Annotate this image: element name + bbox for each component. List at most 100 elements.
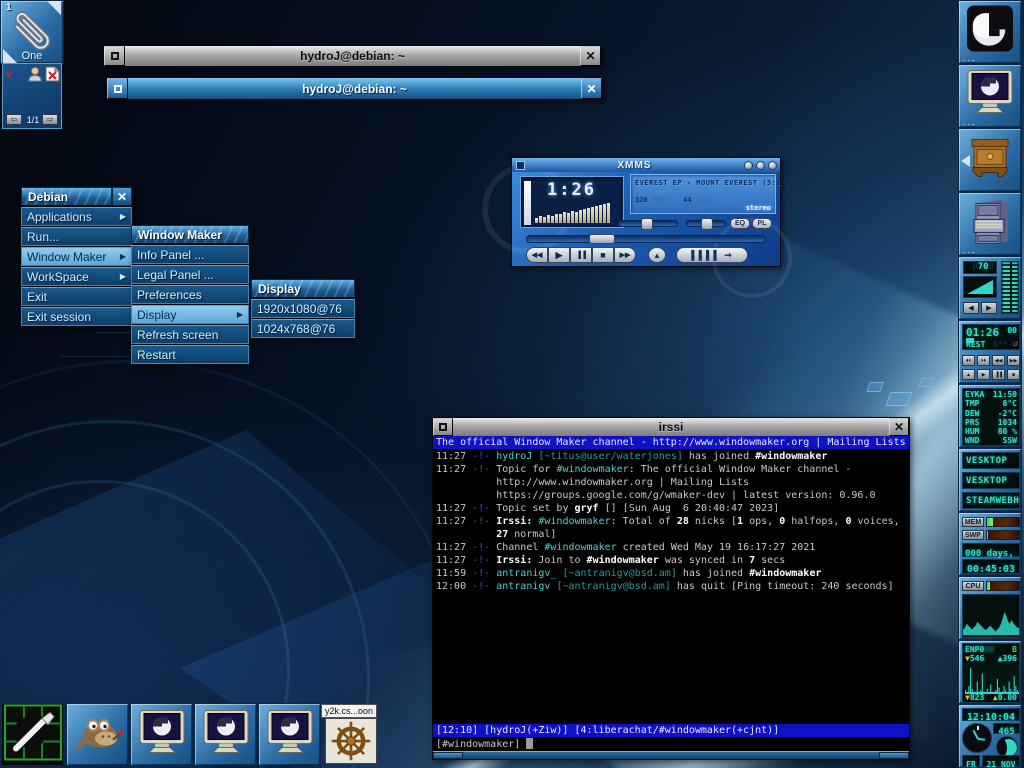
terminal-window-1-shaded[interactable]: hydroJ@debian: ~ ✕	[103, 45, 602, 67]
menu-item-info-panel[interactable]: Info Panel ...	[131, 245, 249, 264]
xmms-pl-button[interactable]: PL	[752, 218, 772, 229]
dock-tile-drawer[interactable]	[958, 128, 1022, 192]
menu-title[interactable]: Debian	[21, 187, 112, 206]
xmms-shade-button[interactable]	[756, 161, 765, 170]
irssi-input-line[interactable]: [#windowmaker]	[436, 738, 533, 751]
xmms-pause-button[interactable]: ▐▐	[570, 247, 592, 263]
menu-item-window-maker[interactable]: Window Maker▶	[21, 247, 132, 266]
dock-tile-file-cabinet[interactable]: ...	[958, 192, 1022, 256]
window-titlebar[interactable]: hydroJ@debian: ~	[125, 46, 580, 66]
vc-icon[interactable]: vC.	[6, 68, 23, 80]
xmms-seek-slider[interactable]	[526, 235, 766, 243]
xmms-eq-button[interactable]: EQ	[730, 218, 750, 229]
dock-tile-mem[interactable]: MEMSWP000 days,00:45:03	[958, 512, 1022, 576]
xmms-stop-button[interactable]: ■	[592, 247, 614, 263]
menu-item-run[interactable]: Run...	[21, 227, 132, 246]
appicon-terminal-2[interactable]	[194, 703, 257, 766]
window-titlebar[interactable]: irssi	[453, 418, 889, 436]
mixer-prev-button[interactable]: ◀	[963, 302, 979, 314]
menu-item-applications[interactable]: Applications▶	[21, 207, 132, 226]
menu-close-button[interactable]: ✕	[112, 187, 132, 206]
close-button[interactable]: ✕	[889, 418, 909, 436]
cd-ffwd-button[interactable]: ▶▶	[1007, 355, 1020, 366]
cd-rew-button[interactable]: ◀◀	[992, 355, 1005, 366]
wm-clip[interactable]: 1 One	[0, 0, 64, 64]
tray-button-steamwebh[interactable]: STEAMWEBH	[962, 492, 1020, 509]
cd-prev-button[interactable]: ⏴⏴	[962, 355, 975, 366]
miniwindow-ship-wheel[interactable]	[325, 718, 377, 764]
xmms-shuffle-repeat-button[interactable]: ▌▌▌▌ ➞	[676, 247, 748, 263]
dock-tile-clock[interactable]: 12:10:04465FR21 NOV	[958, 704, 1022, 768]
drawer-arrow-icon[interactable]	[961, 155, 970, 167]
dock-tile-mixer[interactable]: 8708◀▶	[958, 256, 1022, 320]
appicon-terminal-3[interactable]	[258, 703, 321, 766]
appicon-wmaker-config[interactable]	[1, 703, 64, 766]
menu-item-refresh-screen[interactable]: Refresh screen	[131, 325, 249, 344]
drawer-icon	[966, 132, 1014, 180]
cd-eject-button[interactable]: ▲	[962, 369, 975, 380]
chat-line: 11:27 -!- Topic set by gryf [] [Sun Aug …	[436, 502, 779, 515]
tray-button-vesktop[interactable]: VESKTOP	[962, 452, 1020, 469]
dock-tile-window-maker[interactable]: ...	[958, 0, 1022, 64]
miniaturize-button[interactable]	[104, 46, 125, 66]
window-titlebar[interactable]: hydroJ@debian: ~	[128, 78, 581, 99]
xmms-play-button[interactable]: ▶	[548, 247, 570, 263]
dock-tile-net[interactable]: ENP088B▼546▲396▼823▲0.00	[958, 640, 1022, 704]
menu-item-1920x1080-76[interactable]: 1920x1080@76	[251, 299, 355, 318]
menu-item-exit[interactable]: Exit	[21, 287, 132, 306]
xmms-titlebar[interactable]: XMMS	[512, 158, 780, 172]
xmms-menu-icon[interactable]	[516, 161, 525, 170]
close-button[interactable]: ✕	[581, 78, 602, 99]
mixer-volume-ramp[interactable]	[963, 276, 997, 298]
user-icon[interactable]	[27, 66, 43, 82]
resize-bar[interactable]	[433, 751, 909, 759]
menu-item-workspace[interactable]: WorkSpace▶	[21, 267, 132, 286]
menu-item-display[interactable]: Display▶	[131, 305, 249, 324]
cd-pause-button[interactable]: ▐▐	[992, 369, 1005, 380]
resize-handle-left[interactable]	[433, 752, 463, 759]
menu-item-exit-session[interactable]: Exit session	[21, 307, 132, 326]
xmms-balance-slider[interactable]	[686, 220, 726, 227]
menu-item-label: Exit	[27, 290, 126, 304]
terminal-window-2-shaded[interactable]: hydroJ@debian: ~ ✕	[106, 77, 603, 100]
xmms-prev-button[interactable]: ◀◀	[526, 247, 548, 263]
dock-tile-cpu[interactable]: CPU	[958, 576, 1022, 640]
dock-tile-terminal[interactable]: ...	[958, 64, 1022, 128]
xmms-next-button[interactable]: ▶▶	[614, 247, 636, 263]
close-button[interactable]: ✕	[580, 46, 601, 66]
mixer-next-button[interactable]: ▶	[981, 302, 997, 314]
xmms-eject-button[interactable]: ▲	[648, 247, 666, 263]
dock-tile-weather[interactable]: EYKA11:50TMP8°CDEW-2°CPRS1034HUM80 %WNDS…	[958, 384, 1022, 448]
menu-item-preferences[interactable]: Preferences	[131, 285, 249, 304]
clock-beats: 465	[993, 723, 1020, 734]
tray-button-vesktop[interactable]: VESKTOP	[962, 472, 1020, 489]
irssi-terminal[interactable]: The official Window Maker channel - http…	[433, 436, 909, 752]
xmms-close-button[interactable]	[768, 161, 777, 170]
config-wrap	[4, 704, 62, 765]
cd-play-button[interactable]: ▶	[977, 369, 990, 380]
pager-prev-button[interactable]: ⇦	[6, 114, 22, 125]
irssi-window[interactable]: irssi ✕ The official Window Maker channe…	[432, 417, 910, 760]
menu-item-restart[interactable]: Restart	[131, 345, 249, 364]
pager-next-button[interactable]: ⇨	[42, 114, 58, 125]
cd-stop-button[interactable]: ■	[1007, 369, 1020, 380]
resize-handle-right[interactable]	[879, 752, 909, 759]
appicon-gimp[interactable]	[66, 703, 129, 766]
xmms-balance-knob[interactable]	[701, 218, 713, 230]
menu-title[interactable]: Display	[251, 279, 355, 298]
dock-tile-buttons[interactable]: VESKTOP VESKTOP STEAMWEBH	[958, 448, 1022, 512]
xmms-player[interactable]: XMMS 1:26 EVEREST EP - MOUNT EVEREST (5:…	[511, 157, 781, 267]
miniaturize-button[interactable]	[433, 418, 453, 436]
miniaturize-button[interactable]	[107, 78, 128, 99]
appicon-terminal-1[interactable]	[130, 703, 193, 766]
dock-tile-cd[interactable]: 01:2600REST8**↺⏴⏴⏵⏵◀◀▶▶▲▶▐▐■	[958, 320, 1022, 384]
cd-next-button[interactable]: ⏵⏵	[977, 355, 990, 366]
xmms-volume-slider[interactable]	[618, 220, 678, 227]
doc-x-icon[interactable]	[45, 66, 60, 82]
xmms-volume-knob[interactable]	[641, 218, 653, 230]
menu-item-1024x768-76[interactable]: 1024x768@76	[251, 319, 355, 338]
xmms-seek-knob[interactable]	[589, 234, 615, 244]
menu-item-legal-panel[interactable]: Legal Panel ...	[131, 265, 249, 284]
menu-title[interactable]: Window Maker	[131, 225, 249, 244]
xmms-minimize-button[interactable]	[744, 161, 753, 170]
